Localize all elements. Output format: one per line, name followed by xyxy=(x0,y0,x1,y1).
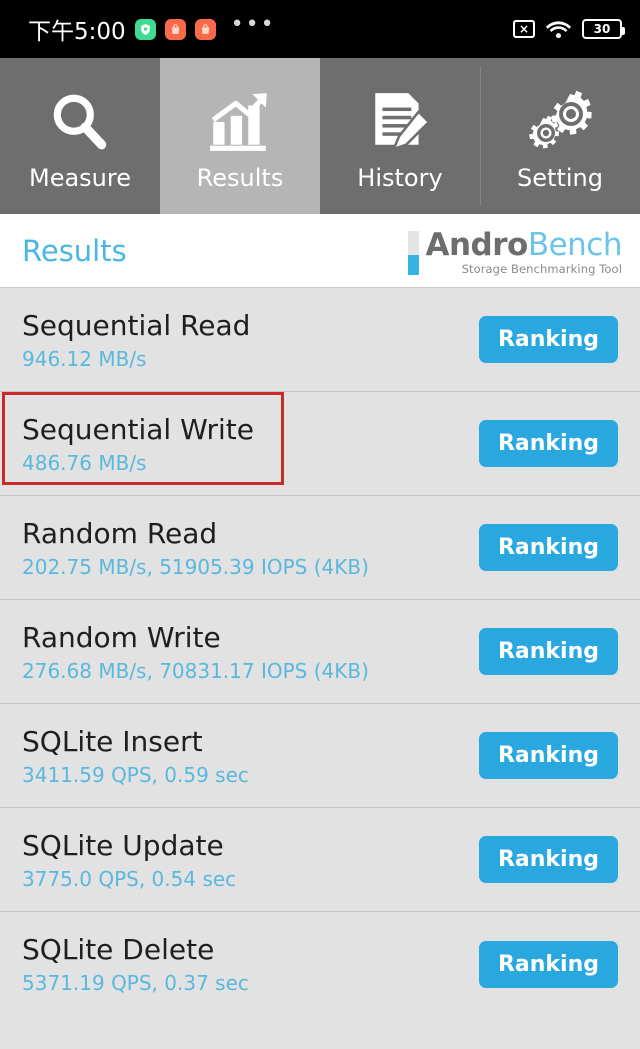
tab-setting[interactable]: Setting xyxy=(480,58,640,214)
ranking-button[interactable]: Ranking xyxy=(478,420,618,467)
ranking-button[interactable]: Ranking xyxy=(478,524,618,571)
ranking-button[interactable]: Ranking xyxy=(478,316,618,363)
magnifier-icon xyxy=(47,86,113,158)
result-row[interactable]: Sequential Write 486.76 MB/s Ranking xyxy=(0,392,640,496)
result-title: Sequential Write xyxy=(22,412,255,446)
result-row[interactable]: Sequential Read 946.12 MB/s Ranking xyxy=(0,288,640,392)
result-value: 486.76 MB/s xyxy=(22,450,147,475)
result-value: 202.75 MB/s, 51905.39 IOPS (4KB) xyxy=(22,554,369,579)
bag-app-icon xyxy=(164,19,186,40)
result-title: Random Write xyxy=(22,620,221,654)
result-title: SQLite Insert xyxy=(22,724,203,758)
tab-setting-label: Setting xyxy=(517,164,603,192)
result-value: 946.12 MB/s xyxy=(22,346,147,371)
result-value: 3411.59 QPS, 0.59 sec xyxy=(22,762,249,787)
page-title: Results xyxy=(22,233,127,268)
result-text: SQLite Delete 5371.19 QPS, 0.37 sec xyxy=(22,933,249,995)
androbench-logo: AndroBench Storage Benchmarking Tool xyxy=(408,225,623,276)
tab-bar: Measure Results History Setting xyxy=(0,58,640,214)
result-text: Random Write 276.68 MB/s, 70831.17 IOPS (… xyxy=(22,621,369,683)
result-title: SQLite Delete xyxy=(22,933,215,966)
status-bar: 下午5:00 ••• × 30 xyxy=(0,0,640,58)
result-title: Random Read xyxy=(22,516,218,550)
result-text: Sequential Read 946.12 MB/s xyxy=(22,309,250,371)
battery-level: 30 xyxy=(593,22,611,36)
logo-bench: Bench xyxy=(527,227,623,263)
ranking-button[interactable]: Ranking xyxy=(478,836,618,883)
tab-results-label: Results xyxy=(196,164,284,192)
logo-andro: Andro xyxy=(425,227,528,263)
result-row[interactable]: Random Write 276.68 MB/s, 70831.17 IOPS (… xyxy=(0,600,640,704)
result-text: Sequential Write 486.76 MB/s xyxy=(22,413,254,475)
result-value: 3775.0 QPS, 0.54 sec xyxy=(22,866,237,891)
ranking-button[interactable]: Ranking xyxy=(478,628,618,675)
result-row[interactable]: SQLite Update 3775.0 QPS, 0.54 sec Ranking xyxy=(0,808,640,912)
tab-history[interactable]: History xyxy=(320,58,480,214)
logo-wordmark: AndroBench xyxy=(425,229,622,261)
notification-overflow-icon: ••• xyxy=(230,12,276,37)
document-pencil-icon xyxy=(367,86,433,158)
logo-tagline: Storage Benchmarking Tool xyxy=(461,262,622,276)
result-text: Random Read 202.75 MB/s, 51905.39 IOPS (4… xyxy=(22,517,369,579)
result-text: SQLite Update 3775.0 QPS, 0.54 sec xyxy=(22,829,236,891)
result-title: SQLite Update xyxy=(22,828,224,862)
result-row[interactable]: SQLite Delete 5371.19 QPS, 0.37 sec Rankin… xyxy=(0,912,640,1016)
ranking-button[interactable]: Ranking xyxy=(478,940,618,988)
gears-icon xyxy=(525,86,595,158)
bar-chart-icon xyxy=(207,86,273,158)
clock: 下午5:00 xyxy=(28,19,126,45)
results-list: Sequential Read 946.12 MB/s Ranking Sequent… xyxy=(0,288,640,1016)
tab-history-label: History xyxy=(357,164,443,192)
no-sim-glyph: × xyxy=(518,22,530,36)
page-header: Results AndroBench Storage Benchmarking … xyxy=(0,214,640,288)
logo-text: AndroBench Storage Benchmarking Tool xyxy=(425,229,622,276)
tab-results[interactable]: Results xyxy=(160,58,320,214)
result-row[interactable]: Random Read 202.75 MB/s, 51905.39 IOPS (4… xyxy=(0,496,640,600)
status-bar-right: × 30 xyxy=(513,19,625,39)
tab-measure[interactable]: Measure xyxy=(0,58,160,214)
no-sim-icon: × xyxy=(513,20,535,38)
result-text: SQLite Insert 3411.59 QPS, 0.59 sec xyxy=(22,725,249,787)
result-title: Sequential Read xyxy=(22,308,251,342)
tab-measure-label: Measure xyxy=(29,164,131,192)
ranking-button[interactable]: Ranking xyxy=(478,732,618,779)
result-row[interactable]: SQLite Insert 3411.59 QPS, 0.59 sec Rankin… xyxy=(0,704,640,808)
status-bar-left: 下午5:00 ••• xyxy=(28,12,513,46)
wifi-icon xyxy=(546,19,571,39)
result-value: 5371.19 QPS, 0.37 sec xyxy=(22,971,249,995)
battery-icon: 30 xyxy=(582,19,625,39)
logo-bar-icon xyxy=(408,231,420,275)
result-value: 276.68 MB/s, 70831.17 IOPS (4KB) xyxy=(22,658,369,683)
shield-app-icon xyxy=(134,19,156,40)
bag-app-icon xyxy=(194,19,216,40)
